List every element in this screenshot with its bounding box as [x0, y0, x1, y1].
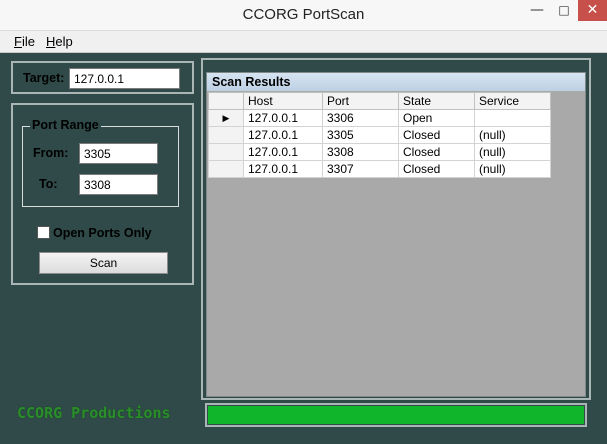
cell-port[interactable]: 3308: [322, 143, 399, 161]
cell-state[interactable]: Closed: [398, 143, 475, 161]
port-range-group: Port Range From: To:: [22, 118, 179, 207]
open-ports-only-label: Open Ports Only: [53, 226, 152, 240]
close-button[interactable]: ✕: [578, 0, 607, 21]
scan-button[interactable]: Scan: [39, 252, 168, 274]
target-input[interactable]: [69, 68, 180, 89]
row-header: [208, 126, 244, 144]
column-header-service[interactable]: Service: [474, 92, 551, 110]
menu-bar: File Help: [0, 31, 607, 53]
target-panel: Target:: [11, 61, 194, 94]
title-bar: CCORG PortScan — □ ✕: [0, 0, 607, 31]
cell-service[interactable]: [474, 109, 551, 127]
row-header: [208, 143, 244, 161]
scan-results-grid[interactable]: Scan Results Host Port State Service ▶ 1…: [206, 72, 586, 397]
window-title: CCORG PortScan: [242, 6, 365, 23]
column-header-host[interactable]: Host: [243, 92, 323, 110]
results-table: Host Port State Service ▶ 127.0.0.1 3306…: [208, 92, 551, 178]
table-row[interactable]: 127.0.0.1 3305 Closed (null): [208, 126, 551, 144]
scan-results-title: Scan Results: [207, 73, 585, 91]
table-row[interactable]: 127.0.0.1 3307 Closed (null): [208, 160, 551, 178]
cell-port[interactable]: 3305: [322, 126, 399, 144]
scan-progress-bar: [205, 403, 587, 427]
cell-service[interactable]: (null): [474, 126, 551, 144]
maximize-button[interactable]: □: [551, 0, 577, 21]
column-header-port[interactable]: Port: [322, 92, 399, 110]
menu-help[interactable]: Help: [46, 34, 73, 49]
cell-service[interactable]: (null): [474, 143, 551, 161]
cell-service[interactable]: (null): [474, 160, 551, 178]
cell-host[interactable]: 127.0.0.1: [243, 126, 323, 144]
table-row[interactable]: 127.0.0.1 3308 Closed (null): [208, 143, 551, 161]
cell-port[interactable]: 3307: [322, 160, 399, 178]
column-header-state[interactable]: State: [398, 92, 475, 110]
row-header: [208, 160, 244, 178]
menu-file[interactable]: File: [14, 34, 35, 49]
row-header-corner: [208, 92, 244, 110]
cell-state[interactable]: Closed: [398, 160, 475, 178]
from-label: From:: [33, 146, 69, 160]
to-label: To:: [39, 177, 58, 191]
cell-port[interactable]: 3306: [322, 109, 399, 127]
cell-state[interactable]: Open: [398, 109, 475, 127]
to-port-input[interactable]: [79, 174, 158, 195]
scan-progress-fill: [208, 406, 584, 424]
current-row-indicator-icon: ▶: [208, 109, 244, 127]
target-label: Target:: [23, 71, 65, 85]
from-port-input[interactable]: [79, 143, 158, 164]
minimize-button[interactable]: —: [524, 0, 550, 21]
cell-host[interactable]: 127.0.0.1: [243, 160, 323, 178]
cell-state[interactable]: Closed: [398, 126, 475, 144]
table-row[interactable]: ▶ 127.0.0.1 3306 Open: [208, 109, 551, 127]
brand-logo: CCORG Productions: [17, 404, 171, 422]
cell-host[interactable]: 127.0.0.1: [243, 109, 323, 127]
open-ports-only-checkbox[interactable]: [37, 226, 50, 239]
cell-host[interactable]: 127.0.0.1: [243, 143, 323, 161]
port-range-legend: Port Range: [30, 118, 101, 132]
